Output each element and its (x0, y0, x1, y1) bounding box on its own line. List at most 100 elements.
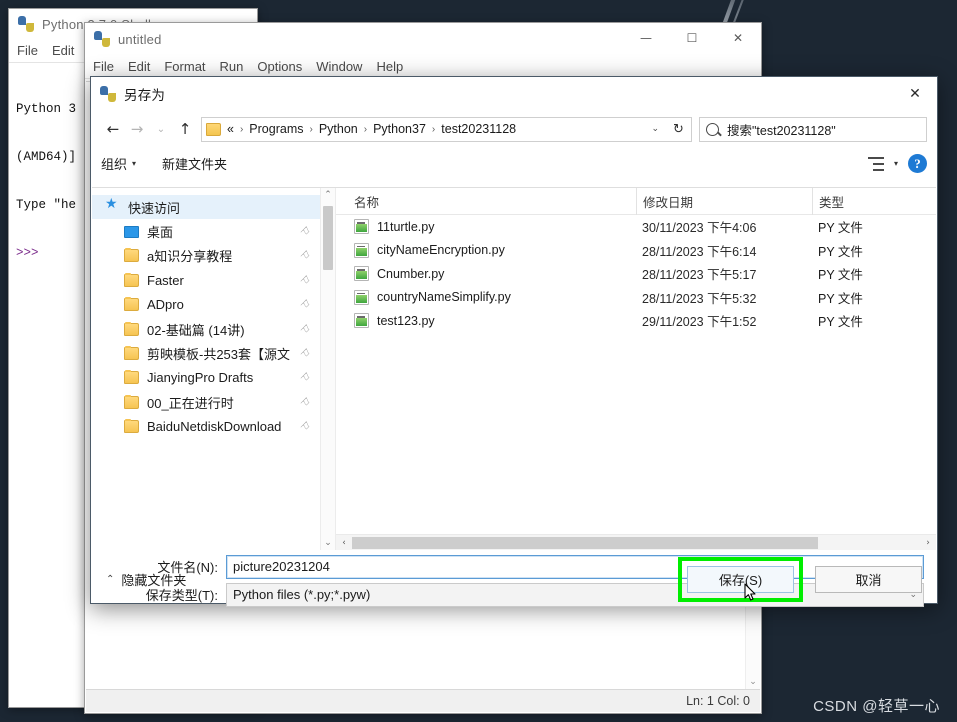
file-name: Cnumber.py (377, 266, 445, 281)
up-button[interactable]: ↑ (173, 116, 197, 142)
save-as-dialog[interactable]: 另存为 ✕ ← → ⌄ ↑ « › Programs › Python › Py… (90, 76, 938, 607)
help-icon[interactable]: ? (908, 154, 927, 173)
sidebar-item-a-knowledge[interactable]: a知识分享教程 ⚐ (92, 244, 320, 268)
save-button[interactable]: 保存(S) (687, 565, 794, 593)
py-file-icon (354, 219, 369, 235)
address-bar[interactable]: « › Programs › Python › Python37 › test2… (201, 116, 667, 142)
dialog-titlebar[interactable]: 另存为 ✕ (91, 77, 937, 111)
breadcrumb-separator: › (431, 123, 436, 135)
dialog-command-bar[interactable]: 组织 ▾ 新建文件夹 ▾ ? (91, 147, 937, 180)
py-file-icon (354, 289, 369, 305)
breadcrumb-test20231128[interactable]: test20231128 (441, 122, 516, 136)
maximize-button[interactable]: ☐ (669, 23, 715, 53)
menu-run[interactable]: Run (220, 59, 244, 74)
chevron-down-icon[interactable]: ▾ (894, 159, 898, 168)
breadcrumb-programs[interactable]: Programs (249, 122, 303, 136)
sidebar-item-label: 快速访问 (128, 200, 181, 216)
sidebar-item-adpro[interactable]: ADpro ⚐ (92, 293, 320, 317)
file-list-pane[interactable]: 名称 修改日期 类型 11turtle.py 30/11/2023 下午4:06… (335, 188, 936, 550)
navigation-pane-scrollbar[interactable]: ⌃ ⌄ (320, 188, 335, 550)
window-controls[interactable]: — ☐ ✕ (623, 23, 761, 53)
file-name-cell[interactable]: test123.py (348, 313, 636, 329)
sidebar-item-baidunetdiskdownload[interactable]: BaiduNetdiskDownload ⚐ (92, 415, 320, 439)
scroll-down-arrow-icon[interactable]: ⌄ (321, 538, 335, 548)
file-name: test123.py (377, 313, 435, 328)
pin-icon: ⚐ (296, 321, 314, 338)
scrollbar-track[interactable] (352, 535, 920, 551)
navigation-tree[interactable]: 快速访问 桌面 ⚐ a知识分享教程 ⚐ Faster ⚐ (92, 188, 320, 439)
menu-window[interactable]: Window (316, 59, 362, 74)
scroll-right-arrow-icon[interactable]: › (920, 538, 936, 548)
scroll-left-arrow-icon[interactable]: ‹ (336, 538, 352, 548)
dialog-title: 另存为 (124, 88, 166, 103)
sidebar-item-label: 剪映模板-共253套【源文 (147, 347, 291, 363)
hide-folders-toggle[interactable]: ⌃ 隐藏文件夹 (106, 570, 186, 589)
command-bar-right-group[interactable]: ▾ ? (868, 154, 927, 173)
file-name: countryNameSimplify.py (377, 290, 511, 305)
sidebar-item-label: 桌面 (147, 225, 174, 241)
scrollbar-thumb[interactable] (352, 536, 818, 549)
search-placeholder: 搜索"test20231128" (727, 123, 836, 138)
sidebar-item-02-basic[interactable]: 02-基础篇 (14讲) ⚐ (92, 317, 320, 341)
column-header-type[interactable]: 类型 (812, 188, 932, 215)
folder-icon (124, 346, 139, 361)
scroll-down-arrow-icon[interactable]: ⌄ (746, 677, 760, 687)
recent-locations-button[interactable]: ⌄ (149, 116, 173, 142)
table-row[interactable]: test123.py 29/11/2023 下午1:52 PY 文件 (336, 309, 936, 333)
shell-menu-file[interactable]: File (17, 43, 38, 58)
file-name-cell[interactable]: 11turtle.py (348, 219, 636, 235)
sidebar-item-00-in-progress[interactable]: 00_正在进行时 ⚐ (92, 390, 320, 414)
menu-help[interactable]: Help (376, 59, 403, 74)
cancel-button[interactable]: 取消 (815, 565, 922, 593)
minimize-button[interactable]: — (623, 23, 669, 53)
new-folder-button[interactable]: 新建文件夹 (162, 154, 227, 173)
table-row[interactable]: Cnumber.py 28/11/2023 下午5:17 PY 文件 (336, 262, 936, 286)
breadcrumb-separator: › (363, 123, 368, 135)
shell-menu-edit[interactable]: Edit (52, 43, 74, 58)
list-view-icon[interactable] (868, 156, 884, 171)
table-row[interactable]: 11turtle.py 30/11/2023 下午4:06 PY 文件 (336, 215, 936, 239)
menu-edit[interactable]: Edit (128, 59, 150, 74)
sidebar-item-label: ADpro (147, 297, 184, 313)
file-list-header[interactable]: 名称 修改日期 类型 (336, 188, 936, 215)
file-name: cityNameEncryption.py (377, 243, 505, 258)
pin-icon: ⚐ (296, 247, 314, 265)
menu-options[interactable]: Options (257, 59, 302, 74)
sidebar-item-desktop[interactable]: 桌面 ⚐ (92, 219, 320, 243)
file-type-cell: PY 文件 (818, 221, 863, 236)
sidebar-item-quick-access[interactable]: 快速访问 (92, 195, 320, 220)
column-header-date[interactable]: 修改日期 (636, 188, 812, 215)
breadcrumb-python[interactable]: Python (319, 122, 358, 136)
file-date-cell: 28/11/2023 下午5:32 (642, 291, 757, 306)
dialog-navigation-bar[interactable]: ← → ⌄ ↑ « › Programs › Python › Python37… (91, 111, 937, 147)
table-row[interactable]: cityNameEncryption.py 28/11/2023 下午6:14 … (336, 239, 936, 263)
close-button[interactable]: ✕ (715, 23, 761, 53)
navigation-pane[interactable]: 快速访问 桌面 ⚐ a知识分享教程 ⚐ Faster ⚐ (92, 188, 320, 550)
cursor-position: Ln: 1 Col: 0 (686, 694, 750, 708)
menu-format[interactable]: Format (164, 59, 205, 74)
sidebar-item-faster[interactable]: Faster ⚐ (92, 268, 320, 292)
scroll-up-arrow-icon[interactable]: ⌃ (321, 190, 335, 200)
file-list-horizontal-scrollbar[interactable]: ‹ › (336, 534, 936, 550)
editor-titlebar[interactable]: untitled — ☐ ✕ (85, 23, 761, 55)
back-button[interactable]: ← (101, 116, 125, 142)
file-name-cell[interactable]: Cnumber.py (348, 266, 636, 282)
sidebar-item-jianyingpro-drafts[interactable]: JianyingPro Drafts ⚐ (92, 366, 320, 390)
py-file-icon (354, 313, 369, 329)
sidebar-item-jianying-template[interactable]: 剪映模板-共253套【源文 ⚐ (92, 341, 320, 365)
search-input[interactable]: 搜索"test20231128" (699, 116, 927, 142)
organize-button[interactable]: 组织 ▾ (101, 154, 136, 173)
menu-file[interactable]: File (93, 59, 114, 74)
scrollbar-thumb[interactable] (323, 206, 333, 270)
folder-icon (124, 248, 139, 263)
refresh-button[interactable]: ↻ (666, 116, 692, 142)
file-name-cell[interactable]: countryNameSimplify.py (348, 289, 636, 305)
table-row[interactable]: countryNameSimplify.py 28/11/2023 下午5:32… (336, 286, 936, 310)
file-name-cell[interactable]: cityNameEncryption.py (348, 242, 636, 258)
close-icon[interactable]: ✕ (899, 81, 931, 107)
breadcrumb-python37[interactable]: Python37 (373, 122, 426, 136)
column-header-name[interactable]: 名称 (348, 188, 636, 215)
file-date-cell: 28/11/2023 下午6:14 (642, 244, 757, 259)
search-icon (706, 122, 719, 136)
chevron-down-icon[interactable]: ⌄ (651, 124, 659, 134)
